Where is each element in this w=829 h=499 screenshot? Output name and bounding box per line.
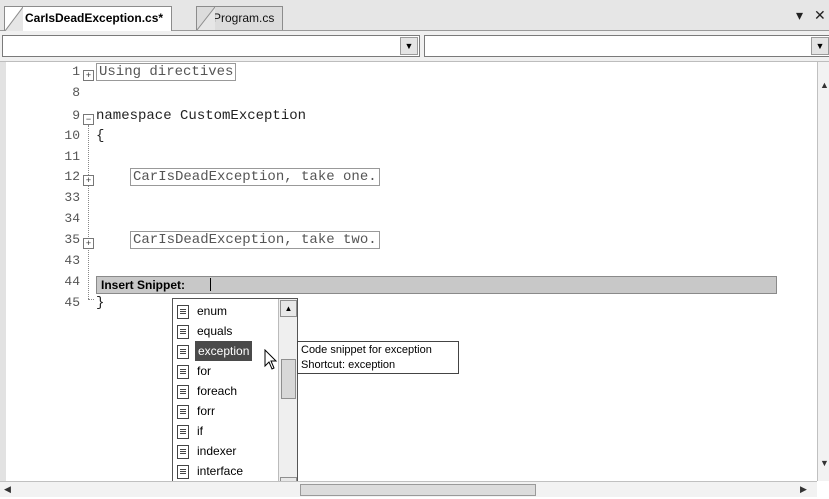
snippet-document-icon <box>177 465 189 479</box>
list-item[interactable]: interface <box>177 461 273 481</box>
line-number: 43 <box>64 253 80 268</box>
snippet-document-icon <box>177 305 189 319</box>
close-tab-icon[interactable]: ✕ <box>814 7 826 24</box>
tooltip-description: Code snippet for exception <box>301 344 432 356</box>
collapse-region-icon[interactable]: − <box>83 114 94 125</box>
list-item[interactable]: enum <box>177 301 273 321</box>
list-item[interactable]: forr <box>177 401 273 421</box>
scroll-up-icon[interactable]: ▲ <box>820 80 829 90</box>
tab-label: Program.cs <box>213 11 275 25</box>
snippet-completion-list[interactable]: enum equals exception for foreach forr i… <box>172 298 298 497</box>
mouse-pointer-icon <box>264 349 278 370</box>
snippet-document-icon <box>177 385 189 399</box>
chevron-down-icon[interactable]: ▼ <box>400 37 418 55</box>
line-number: 45 <box>64 295 80 310</box>
scroll-up-icon[interactable]: ▲ <box>280 300 297 317</box>
collapsed-region-one[interactable]: CarIsDeadException, take one. <box>130 168 380 186</box>
snippet-input-caret[interactable] <box>210 278 211 291</box>
completion-list-scrollbar[interactable]: ▲ ▼ <box>278 299 297 495</box>
snippet-document-icon <box>177 365 189 379</box>
editor-horizontal-scrollbar[interactable]: ◀ ▶ <box>0 481 817 497</box>
list-item[interactable]: foreach <box>177 381 273 401</box>
tab-label: CarIsDeadException.cs* <box>25 11 164 25</box>
line-number: 44 <box>64 274 80 289</box>
selection-margin <box>0 62 6 481</box>
collapsed-region-two[interactable]: CarIsDeadException, take two. <box>130 231 380 249</box>
scroll-right-icon[interactable]: ▶ <box>800 484 807 495</box>
snippet-document-icon <box>177 405 189 419</box>
line-number: 35 <box>64 232 80 247</box>
types-dropdown[interactable]: ▼ <box>2 35 420 57</box>
tab-slant-icon <box>5 7 23 31</box>
collapsed-using-region[interactable]: Using directives <box>96 63 237 81</box>
code-editor[interactable]: 1 8 9 10 11 12 33 34 35 43 44 45 + − + +… <box>0 62 817 481</box>
line-number: 12 <box>64 169 80 184</box>
list-item[interactable]: if <box>177 421 273 441</box>
tab-list-dropdown-icon[interactable]: ▾ <box>796 7 803 24</box>
navigation-bar: ▼ ▼ <box>0 31 829 62</box>
line-number: 9 <box>72 108 80 123</box>
insert-snippet-bar[interactable]: Insert Snippet: <box>96 276 777 294</box>
line-number: 34 <box>64 211 80 226</box>
list-item[interactable]: equals <box>177 321 273 341</box>
snippet-document-icon <box>177 445 189 459</box>
members-dropdown[interactable]: ▼ <box>424 35 829 57</box>
tab-slant-icon <box>197 7 215 30</box>
close-brace: } <box>96 295 105 311</box>
namespace-declaration: namespace CustomException <box>96 108 307 124</box>
chevron-down-icon[interactable]: ▼ <box>811 37 829 55</box>
snippet-tooltip: Code snippet for exception Shortcut: exc… <box>297 341 459 374</box>
tooltip-shortcut: Shortcut: exception <box>301 359 396 371</box>
scroll-down-icon[interactable]: ▼ <box>820 458 829 468</box>
snippet-document-icon <box>177 425 189 439</box>
line-number: 11 <box>64 149 80 164</box>
expand-region-icon[interactable]: + <box>83 70 94 81</box>
outline-guide <box>88 125 89 299</box>
line-number: 10 <box>64 128 80 143</box>
editor-vertical-scrollbar[interactable]: ▲ ▼ <box>817 62 829 481</box>
line-number: 8 <box>72 85 80 100</box>
document-tab-strip: CarIsDeadException.cs* Program.cs ▾ ✕ <box>0 0 829 31</box>
line-number: 1 <box>72 64 80 79</box>
outline-guide-end <box>88 299 94 300</box>
snippet-document-icon <box>177 325 189 339</box>
tab-program[interactable]: Program.cs <box>196 6 284 30</box>
list-item[interactable]: for <box>177 361 273 381</box>
list-item[interactable]: indexer <box>177 441 273 461</box>
scroll-thumb[interactable] <box>281 359 296 399</box>
expand-region-icon[interactable]: + <box>83 238 94 249</box>
horizontal-scroll-thumb[interactable] <box>300 484 536 496</box>
scroll-left-icon[interactable]: ◀ <box>4 484 11 495</box>
snippet-document-icon <box>177 345 189 359</box>
list-item-selected[interactable]: exception <box>177 341 273 361</box>
open-brace: { <box>96 128 105 144</box>
tab-carisdeadexception[interactable]: CarIsDeadException.cs* <box>4 6 173 31</box>
line-number: 33 <box>64 190 80 205</box>
expand-region-icon[interactable]: + <box>83 175 94 186</box>
insert-snippet-label: Insert Snippet: <box>101 278 186 292</box>
